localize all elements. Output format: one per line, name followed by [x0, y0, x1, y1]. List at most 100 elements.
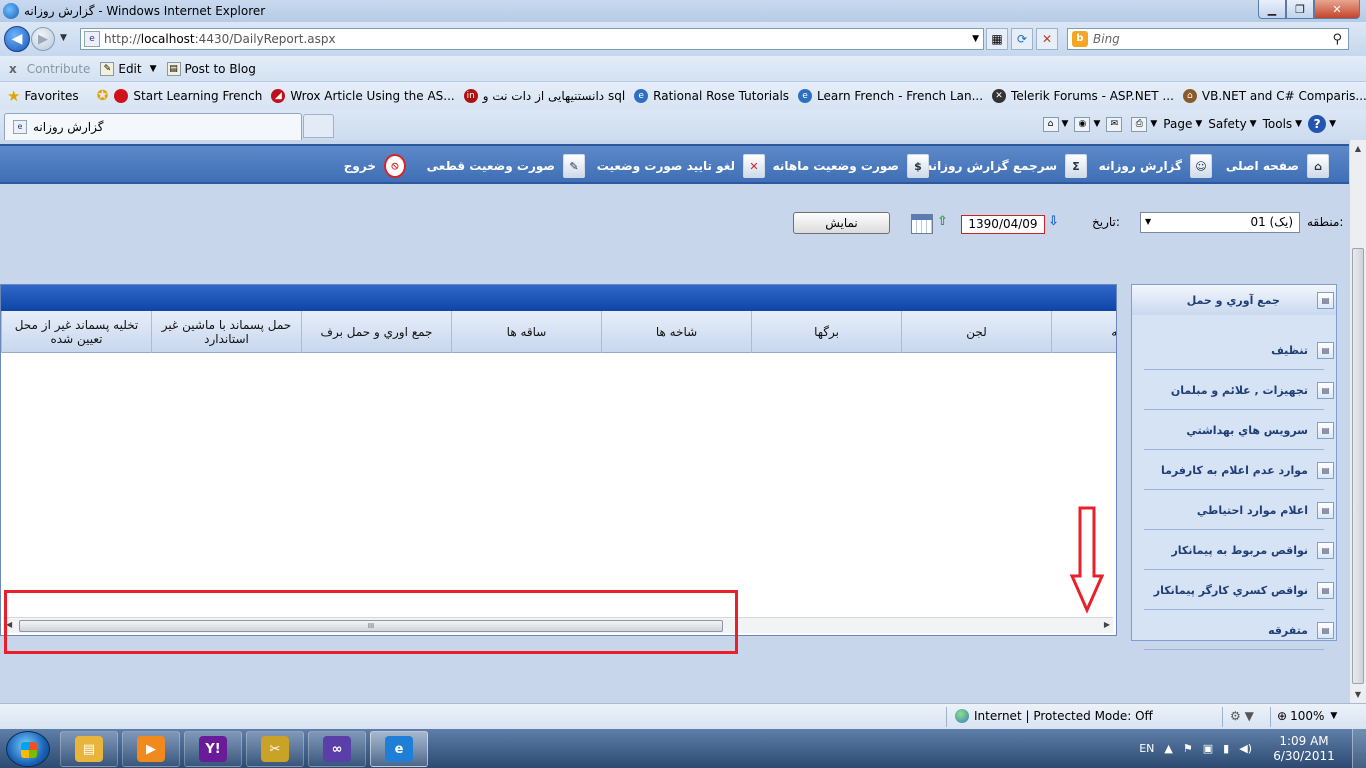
forward-button[interactable]: ▶ [31, 27, 55, 51]
tab-daily-report[interactable]: e گزارش روزانه [4, 113, 302, 140]
search-input[interactable]: b Bing ⚲ [1067, 28, 1349, 50]
clock[interactable]: 1:09 AM 6/30/2011 [1262, 734, 1346, 764]
volume-icon[interactable]: ◀) [1239, 742, 1252, 755]
stop-icon[interactable]: ✕ [1036, 28, 1058, 50]
zoom-button[interactable]: ⊕ 100% ▼ [1277, 709, 1337, 723]
calendar-icon[interactable] [911, 214, 933, 234]
close-button[interactable]: ✕ [1314, 0, 1360, 19]
edit-dropdown-icon[interactable]: ▼ [150, 64, 157, 74]
expand-icon[interactable]: ▤ [1317, 381, 1334, 399]
network-icon[interactable]: ▣ [1203, 742, 1213, 755]
security-zone[interactable]: Internet | Protected Mode: Off [955, 709, 1153, 723]
sidebar-item[interactable]: نواقص مربوط به پيمانكار ▤ [1144, 530, 1336, 570]
menu-item-daily-report[interactable]: گزارش روزانه ☺ [1099, 152, 1212, 180]
grid-column-header[interactable]: به [1051, 311, 1116, 353]
favorite-link[interactable]: ✕ Telerik Forums - ASP.NET ... [992, 89, 1174, 103]
scroll-down-icon[interactable]: ▼ [1350, 686, 1366, 703]
close-toolbar-icon[interactable]: x [9, 62, 17, 76]
back-button[interactable]: ◀ [4, 26, 30, 52]
favorite-link[interactable]: e Rational Rose Tutorials [634, 89, 789, 103]
menu-item-cancel-statement-approval[interactable]: لغو تایید صورت وضعیت ✕ [597, 152, 765, 180]
favorite-link[interactable]: ◢ Wrox Article Using the AS... [271, 89, 455, 103]
favorite-link[interactable]: ⌂ VB.NET and C# Comparis... [1182, 89, 1366, 103]
sidebar-item[interactable]: اعلام موارد احتياطي ▤ [1144, 490, 1336, 530]
safety-menu-button[interactable]: Safety ▼ [1208, 117, 1256, 131]
maximize-button[interactable]: ❐ [1286, 0, 1314, 19]
feeds-button[interactable]: ◉ ▼ [1074, 116, 1100, 132]
grid-column-header[interactable]: جمع اوري و حمل برف [301, 311, 451, 353]
sidebar-item[interactable]: تنظيف ▤ [1144, 330, 1336, 370]
expand-icon[interactable]: ▤ [1317, 501, 1334, 519]
sidebar-item[interactable]: نواقص كسري كارگر پيمانكار ▤ [1144, 570, 1336, 610]
power-icon[interactable]: ▮ [1223, 742, 1229, 755]
contribute-button[interactable]: Contribute [27, 62, 91, 76]
grid-column-header[interactable]: تخليه پسماند غير از محل تعيين شده [1, 311, 151, 353]
taskbar-app-visual-studio[interactable]: ∞ [308, 731, 366, 767]
expand-icon[interactable]: ▤ [1317, 291, 1334, 309]
show-button[interactable]: نمایش [793, 212, 890, 234]
print-button[interactable]: ⎙ ▼ [1131, 116, 1157, 132]
grid-column-header[interactable]: برگها [751, 311, 901, 353]
scroll-thumb[interactable] [1352, 248, 1364, 684]
edit-button[interactable]: ✎ Edit ▼ [100, 61, 157, 76]
add-favorite-icon[interactable]: ✪ [97, 88, 109, 104]
grid-column-header[interactable]: ساقه ها [451, 311, 601, 353]
taskbar-app-media-player[interactable]: ▶ [122, 731, 180, 767]
expand-icon[interactable]: ▤ [1317, 541, 1334, 559]
new-tab-button[interactable] [303, 114, 334, 138]
menu-item-daily-report-summary[interactable]: سرجمع گزارش روزانه Σ [925, 152, 1087, 180]
favorite-link[interactable]: in دانستنیهایی از دات نت و sql [463, 89, 625, 103]
protected-mode-icon[interactable]: ⚙ ▼ [1230, 709, 1254, 723]
show-desktop-button[interactable] [1352, 729, 1366, 768]
start-button[interactable] [6, 731, 50, 767]
menu-item-exit[interactable]: خروج ⦸ [344, 152, 406, 180]
taskbar-app-internet-explorer[interactable]: e [370, 731, 428, 767]
search-icon[interactable]: ⚲ [1332, 32, 1342, 47]
sidebar-item[interactable]: سرويس هاي بهداشتي ▤ [1144, 410, 1336, 450]
mail-button[interactable]: ✉ [1106, 116, 1125, 132]
favorites-button[interactable]: Favorites [24, 89, 78, 103]
date-decrement-icon[interactable]: ⇩ [1048, 214, 1059, 229]
menu-item-monthly-statement[interactable]: صورت وضعیت ماهانه $ [773, 152, 929, 180]
taskbar-app-explorer[interactable]: ▤ [60, 731, 118, 767]
address-dropdown-icon[interactable]: ▼ [972, 34, 979, 44]
recent-pages-dropdown[interactable]: ▼ [60, 33, 67, 43]
region-select[interactable]: ▼ 01 (یک) [1140, 212, 1300, 233]
show-hidden-icons-icon[interactable]: ▲ [1164, 742, 1172, 755]
grid-column-header[interactable]: شاخه ها [601, 311, 751, 353]
grid-column-header[interactable]: حمل پسماند با ماشين غير استاندارد [151, 311, 301, 353]
scroll-right-icon[interactable]: ▶ [1104, 620, 1110, 629]
action-center-icon[interactable]: ⚑ [1183, 742, 1193, 755]
sidebar-item[interactable]: تجهيزات , علائم و مبلمان ▤ [1144, 370, 1336, 410]
refresh-icon[interactable]: ⟳ [1011, 28, 1033, 50]
favorite-link[interactable]: Start Learning French [114, 89, 262, 103]
address-input[interactable]: e http://localhost:4430/DailyReport.aspx… [80, 28, 984, 50]
expand-icon[interactable]: ▤ [1317, 421, 1334, 439]
grid-column-header[interactable]: لجن [901, 311, 1051, 353]
post-to-blog-button[interactable]: ▤ Post to Blog [166, 61, 256, 76]
date-increment-icon[interactable]: ⇧ [937, 214, 948, 229]
language-indicator[interactable]: EN [1139, 742, 1154, 755]
tools-menu-button[interactable]: Tools ▼ [1263, 117, 1302, 131]
page-menu-button[interactable]: Page ▼ [1163, 117, 1202, 131]
expand-icon[interactable]: ▤ [1317, 581, 1334, 599]
compatibility-view-icon[interactable]: ▦ [986, 28, 1008, 50]
home-button[interactable]: ⌂ ▼ [1042, 116, 1068, 132]
taskbar-app-tools[interactable]: ✂ [246, 731, 304, 767]
expand-icon[interactable]: ▤ [1317, 461, 1334, 479]
date-input[interactable]: 1390/04/09 [961, 215, 1045, 234]
favorites-star-icon[interactable]: ★ [7, 87, 20, 105]
menu-item-final-statement[interactable]: صورت وضعیت قطعی ✎ [427, 152, 585, 180]
help-button[interactable]: ? ▼ [1308, 115, 1336, 133]
expand-icon[interactable]: ▤ [1317, 621, 1334, 639]
vertical-scrollbar[interactable]: ▲ ▼ [1349, 140, 1366, 703]
minimize-button[interactable]: ▁ [1258, 0, 1286, 19]
sidebar-item[interactable]: متفرقه ▤ [1144, 610, 1336, 650]
scroll-up-icon[interactable]: ▲ [1350, 140, 1366, 157]
menu-item-home[interactable]: صفحه اصلی ⌂ [1226, 152, 1329, 180]
taskbar-app-yahoo-messenger[interactable]: Y! [184, 731, 242, 767]
sidebar-item[interactable]: جمع آوري و حمل ▤ [1132, 285, 1336, 315]
favorite-link[interactable]: e Learn French - French Lan... [798, 89, 983, 103]
expand-icon[interactable]: ▤ [1317, 341, 1334, 359]
sidebar-item[interactable]: موارد عدم اعلام به كارفرما ▤ [1144, 450, 1336, 490]
